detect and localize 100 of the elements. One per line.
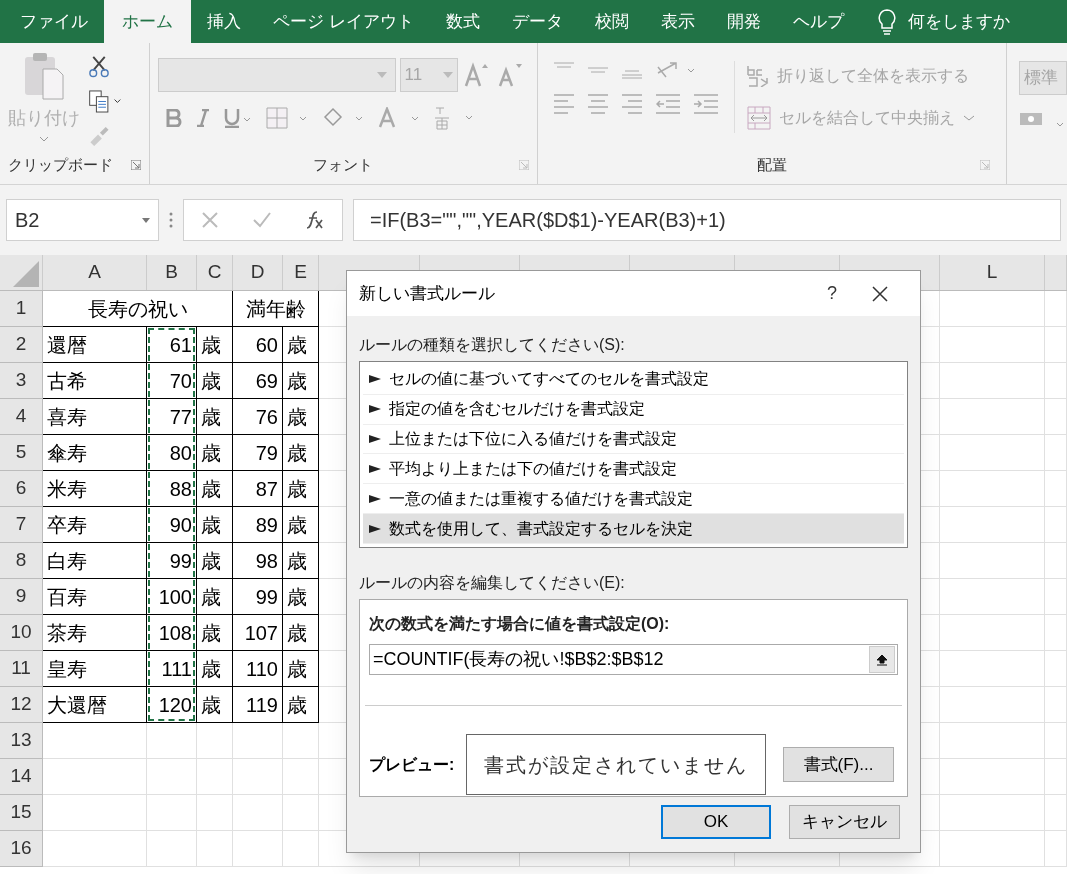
table-cell[interactable] xyxy=(147,759,197,795)
table-cell[interactable] xyxy=(147,795,197,831)
column-header[interactable]: B xyxy=(147,255,197,290)
table-cell[interactable] xyxy=(940,831,1045,867)
table-cell[interactable] xyxy=(233,795,283,831)
column-header[interactable]: E xyxy=(283,255,319,290)
table-cell[interactable] xyxy=(940,579,1045,615)
row-header[interactable]: 6 xyxy=(0,471,43,507)
table-cell[interactable] xyxy=(147,831,197,867)
tell-me-search[interactable]: 何をしますか xyxy=(907,8,1010,35)
ribbon-tab[interactable]: ファイル xyxy=(4,0,104,43)
underline-icon[interactable] xyxy=(223,108,252,128)
copy-icon[interactable] xyxy=(88,89,122,113)
table-cell[interactable] xyxy=(197,831,233,867)
table-cell[interactable] xyxy=(1045,687,1067,723)
column-header[interactable]: L xyxy=(940,255,1045,290)
row-header[interactable]: 8 xyxy=(0,543,43,579)
row-header[interactable]: 16 xyxy=(0,831,43,867)
scissors-icon[interactable] xyxy=(88,55,110,78)
cancel-icon[interactable] xyxy=(200,211,219,229)
table-cell[interactable] xyxy=(1045,795,1067,831)
ribbon-tab[interactable]: ページ レイアウト xyxy=(257,0,430,43)
row-header[interactable]: 1 xyxy=(0,291,43,327)
table-cell[interactable] xyxy=(940,363,1045,399)
dialog-launcher-icon[interactable] xyxy=(130,159,141,170)
font-name-dropdown[interactable] xyxy=(157,58,396,92)
table-cell[interactable] xyxy=(1045,543,1067,579)
table-cell[interactable] xyxy=(233,723,283,759)
table-cell[interactable] xyxy=(283,831,319,867)
table-cell[interactable] xyxy=(940,795,1045,831)
table-cell[interactable] xyxy=(43,723,147,759)
table-cell[interactable] xyxy=(43,795,147,831)
row-header[interactable]: 12 xyxy=(0,687,43,723)
ok-button[interactable]: OK xyxy=(661,805,771,839)
borders-icon[interactable] xyxy=(265,107,308,129)
row-header[interactable]: 7 xyxy=(0,507,43,543)
table-cell[interactable] xyxy=(1045,363,1067,399)
table-cell[interactable] xyxy=(940,399,1045,435)
table-cell[interactable] xyxy=(940,615,1045,651)
dialog-launcher-icon[interactable] xyxy=(519,159,530,170)
decrease-indent-icon[interactable] xyxy=(656,93,681,115)
table-cell[interactable] xyxy=(283,795,319,831)
table-cell[interactable] xyxy=(940,291,1045,327)
column-header[interactable]: A xyxy=(43,255,147,290)
row-header[interactable]: 3 xyxy=(0,363,43,399)
table-cell[interactable] xyxy=(1045,651,1067,687)
insert-function-icon[interactable] xyxy=(305,210,326,230)
row-header[interactable]: 10 xyxy=(0,615,43,651)
table-cell[interactable] xyxy=(1045,435,1067,471)
row-header[interactable]: 4 xyxy=(0,399,43,435)
ribbon-tab[interactable]: 開発 xyxy=(710,0,777,43)
list-item[interactable]: 数式を使用して、書式設定するセルを決定 xyxy=(363,514,904,544)
increase-indent-icon[interactable] xyxy=(694,93,719,115)
table-cell[interactable] xyxy=(43,759,147,795)
column-header[interactable]: C xyxy=(197,255,233,290)
table-cell[interactable] xyxy=(197,795,233,831)
ribbon-tab[interactable]: ヘルプ xyxy=(776,0,860,43)
align-left-icon[interactable] xyxy=(554,93,575,115)
table-cell[interactable] xyxy=(197,759,233,795)
row-header[interactable]: 13 xyxy=(0,723,43,759)
ribbon-tab[interactable]: ホーム xyxy=(104,0,191,43)
table-cell[interactable] xyxy=(940,759,1045,795)
row-header[interactable]: 2 xyxy=(0,327,43,363)
table-cell[interactable] xyxy=(147,723,197,759)
table-cell[interactable] xyxy=(940,471,1045,507)
table-cell[interactable] xyxy=(1045,399,1067,435)
bold-icon[interactable] xyxy=(165,109,182,127)
table-cell[interactable] xyxy=(1045,579,1067,615)
italic-icon[interactable] xyxy=(195,109,210,127)
table-cell[interactable] xyxy=(940,723,1045,759)
table-cell[interactable] xyxy=(1045,831,1067,867)
dialog-launcher-icon[interactable] xyxy=(980,159,990,170)
table-cell[interactable] xyxy=(283,723,319,759)
align-right-icon[interactable] xyxy=(622,93,643,115)
row-header[interactable]: 11 xyxy=(0,651,43,687)
table-cell[interactable] xyxy=(1045,759,1067,795)
table-cell[interactable] xyxy=(233,831,283,867)
ribbon-tab[interactable]: 数式 xyxy=(429,0,496,43)
font-color-icon[interactable] xyxy=(377,107,420,129)
row-header[interactable]: 14 xyxy=(0,759,43,795)
format-button[interactable]: 書式(F)... xyxy=(783,747,894,782)
row-header[interactable]: 9 xyxy=(0,579,43,615)
cancel-button[interactable]: キャンセル xyxy=(789,805,900,839)
table-cell[interactable] xyxy=(1045,291,1067,327)
table-cell[interactable] xyxy=(1045,615,1067,651)
row-header[interactable]: 5 xyxy=(0,435,43,471)
align-center-icon[interactable] xyxy=(588,93,609,115)
ribbon-tab[interactable]: データ xyxy=(495,0,579,43)
table-cell[interactable] xyxy=(43,831,147,867)
table-cell[interactable] xyxy=(1045,327,1067,363)
collapse-dialog-button[interactable] xyxy=(869,646,895,673)
more-options-icon[interactable] xyxy=(169,212,173,228)
table-cell[interactable] xyxy=(1045,723,1067,759)
ribbon-tab[interactable]: 表示 xyxy=(644,0,711,43)
ribbon-tab[interactable]: 挿入 xyxy=(191,0,257,43)
formula-field[interactable]: =COUNTIF(長寿の祝い!$B$2:$B$12 xyxy=(369,644,898,675)
table-cell[interactable] xyxy=(940,435,1045,471)
formula-input[interactable]: =IF(B3="","",YEAR($D$1)-YEAR(B3)+1) xyxy=(353,199,1061,241)
ribbon-tab[interactable]: 校閲 xyxy=(578,0,645,43)
name-box[interactable]: B2 xyxy=(6,199,159,241)
